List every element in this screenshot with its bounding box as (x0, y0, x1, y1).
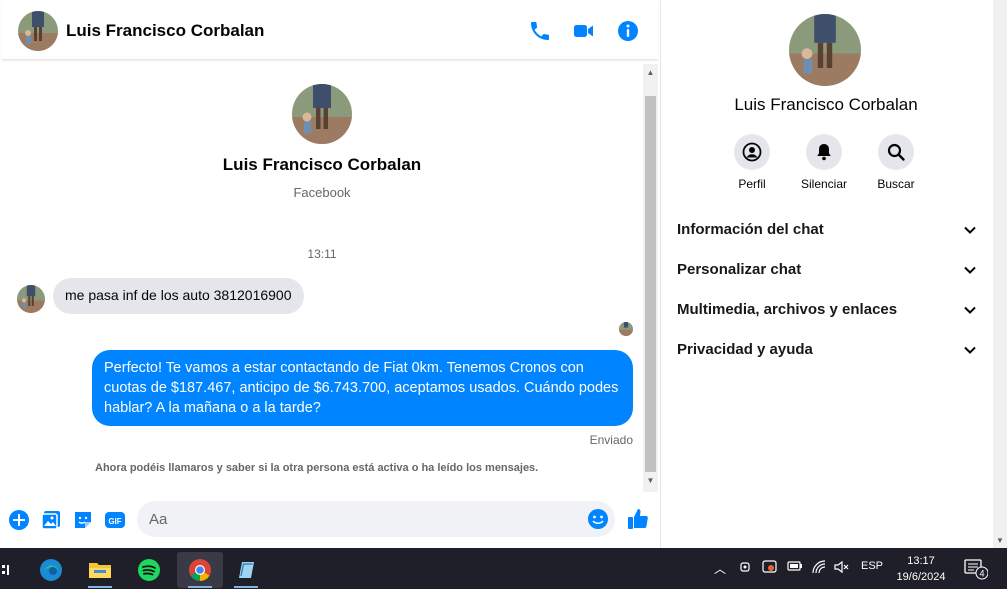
gif-icon[interactable]: GIF (104, 509, 126, 531)
message-scrollbar[interactable]: ▲ ▼ (643, 64, 658, 492)
chat-header: Luis Francisco Corbalan (2, 2, 658, 60)
contact-name[interactable]: Luis Francisco Corbalan (66, 21, 264, 41)
language-indicator[interactable]: ESP (861, 560, 883, 572)
scroll-down-icon[interactable]: ▼ (993, 534, 1007, 548)
thread-source: Facebook (293, 185, 351, 200)
section-chat-info[interactable]: Información del chat (677, 215, 977, 245)
message-status: Enviado (589, 433, 633, 447)
chevron-down-icon (964, 226, 976, 234)
seen-indicator-avatar (619, 322, 633, 336)
chevron-down-icon (964, 306, 976, 314)
section-privacy-help[interactable]: Privacidad y ayuda (677, 335, 977, 365)
page-scrollbar[interactable]: ▼ (993, 0, 1007, 548)
chrome-icon[interactable] (177, 552, 223, 588)
edge-icon[interactable] (31, 552, 71, 588)
info-avatar[interactable] (789, 14, 861, 86)
chat-pane: Luis Francisco Corbalan Luis Francisco C… (2, 2, 658, 548)
notifications-icon[interactable]: 4 (964, 558, 989, 583)
photo-icon[interactable] (40, 509, 62, 531)
message-composer: GIF (2, 496, 658, 542)
search-icon (878, 134, 914, 170)
widgets-icon[interactable] (0, 552, 14, 588)
plus-circle-icon[interactable] (8, 509, 30, 531)
clock-time: 13:17 (907, 555, 935, 567)
section-label: Privacidad y ayuda (677, 341, 813, 358)
battery-icon[interactable] (787, 560, 803, 575)
security-icon[interactable] (762, 560, 778, 577)
file-explorer-icon[interactable] (80, 552, 120, 588)
clock-date: 19/6/2024 (896, 571, 946, 583)
message-input[interactable] (137, 501, 577, 537)
profile-button[interactable]: Perfil (722, 134, 782, 191)
sender-avatar[interactable] (17, 285, 45, 313)
windows-taskbar: ︿ ESP 13:17 19/6/2024 4 (0, 548, 1007, 589)
section-customize-chat[interactable]: Personalizar chat (677, 255, 977, 285)
scrollbar-thumb[interactable] (645, 96, 656, 472)
contact-avatar[interactable] (18, 11, 58, 51)
encryption-notice: Ahora podéis llamaros y saber si la otra… (95, 462, 539, 474)
search-label: Buscar (877, 177, 915, 191)
message-input-wrapper (137, 501, 615, 537)
section-label: Información del chat (677, 221, 824, 238)
spotify-icon[interactable] (129, 552, 169, 588)
info-contact-name: Luis Francisco Corbalan (734, 95, 918, 114)
emoji-icon[interactable] (587, 508, 609, 530)
system-clock[interactable]: 13:17 19/6/2024 (888, 553, 954, 585)
section-media-files-links[interactable]: Multimedia, archivos y enlaces (677, 295, 977, 325)
search-button[interactable]: Buscar (866, 134, 926, 191)
bell-icon (806, 134, 842, 170)
incoming-message[interactable]: me pasa inf de los auto 3812016900 (53, 278, 304, 314)
running-indicator (88, 586, 112, 588)
section-label: Personalizar chat (677, 261, 802, 278)
notepad-icon[interactable] (226, 552, 266, 588)
profile-icon (734, 134, 770, 170)
like-icon[interactable] (626, 507, 650, 531)
profile-label: Perfil (738, 177, 766, 191)
thread-name: Luis Francisco Corbalan (222, 155, 422, 174)
scroll-up-icon[interactable]: ▲ (643, 66, 658, 80)
gif-label: GIF (108, 517, 121, 526)
message-timestamp: 13:11 (307, 247, 337, 261)
mute-button[interactable]: Silenciar (794, 134, 854, 191)
chevron-up-icon[interactable]: ︿ (714, 560, 726, 577)
video-camera-icon[interactable] (572, 19, 596, 43)
sticker-icon[interactable] (72, 509, 94, 531)
phone-icon[interactable] (528, 19, 552, 43)
info-icon[interactable] (616, 19, 640, 43)
meet-now-icon[interactable] (739, 560, 753, 577)
section-label: Multimedia, archivos y enlaces (677, 301, 898, 318)
outgoing-message[interactable]: Perfecto! Te vamos a estar contactando d… (92, 350, 633, 426)
chevron-down-icon (964, 346, 976, 354)
chevron-down-icon (964, 266, 976, 274)
volume-muted-icon[interactable] (834, 560, 850, 577)
messenger-app: Luis Francisco Corbalan Luis Francisco C… (0, 0, 1007, 548)
running-indicator (188, 586, 212, 588)
notification-count: 4 (979, 569, 984, 579)
mute-label: Silenciar (800, 177, 848, 191)
thread-avatar[interactable] (292, 84, 352, 144)
wifi-icon[interactable] (812, 560, 828, 577)
message-list: Luis Francisco Corbalan Facebook 13:11 m… (2, 64, 644, 492)
chat-info-panel: Luis Francisco Corbalan Perfil Silenciar… (661, 0, 991, 548)
running-indicator (234, 586, 258, 588)
scroll-down-icon[interactable]: ▼ (643, 474, 658, 488)
